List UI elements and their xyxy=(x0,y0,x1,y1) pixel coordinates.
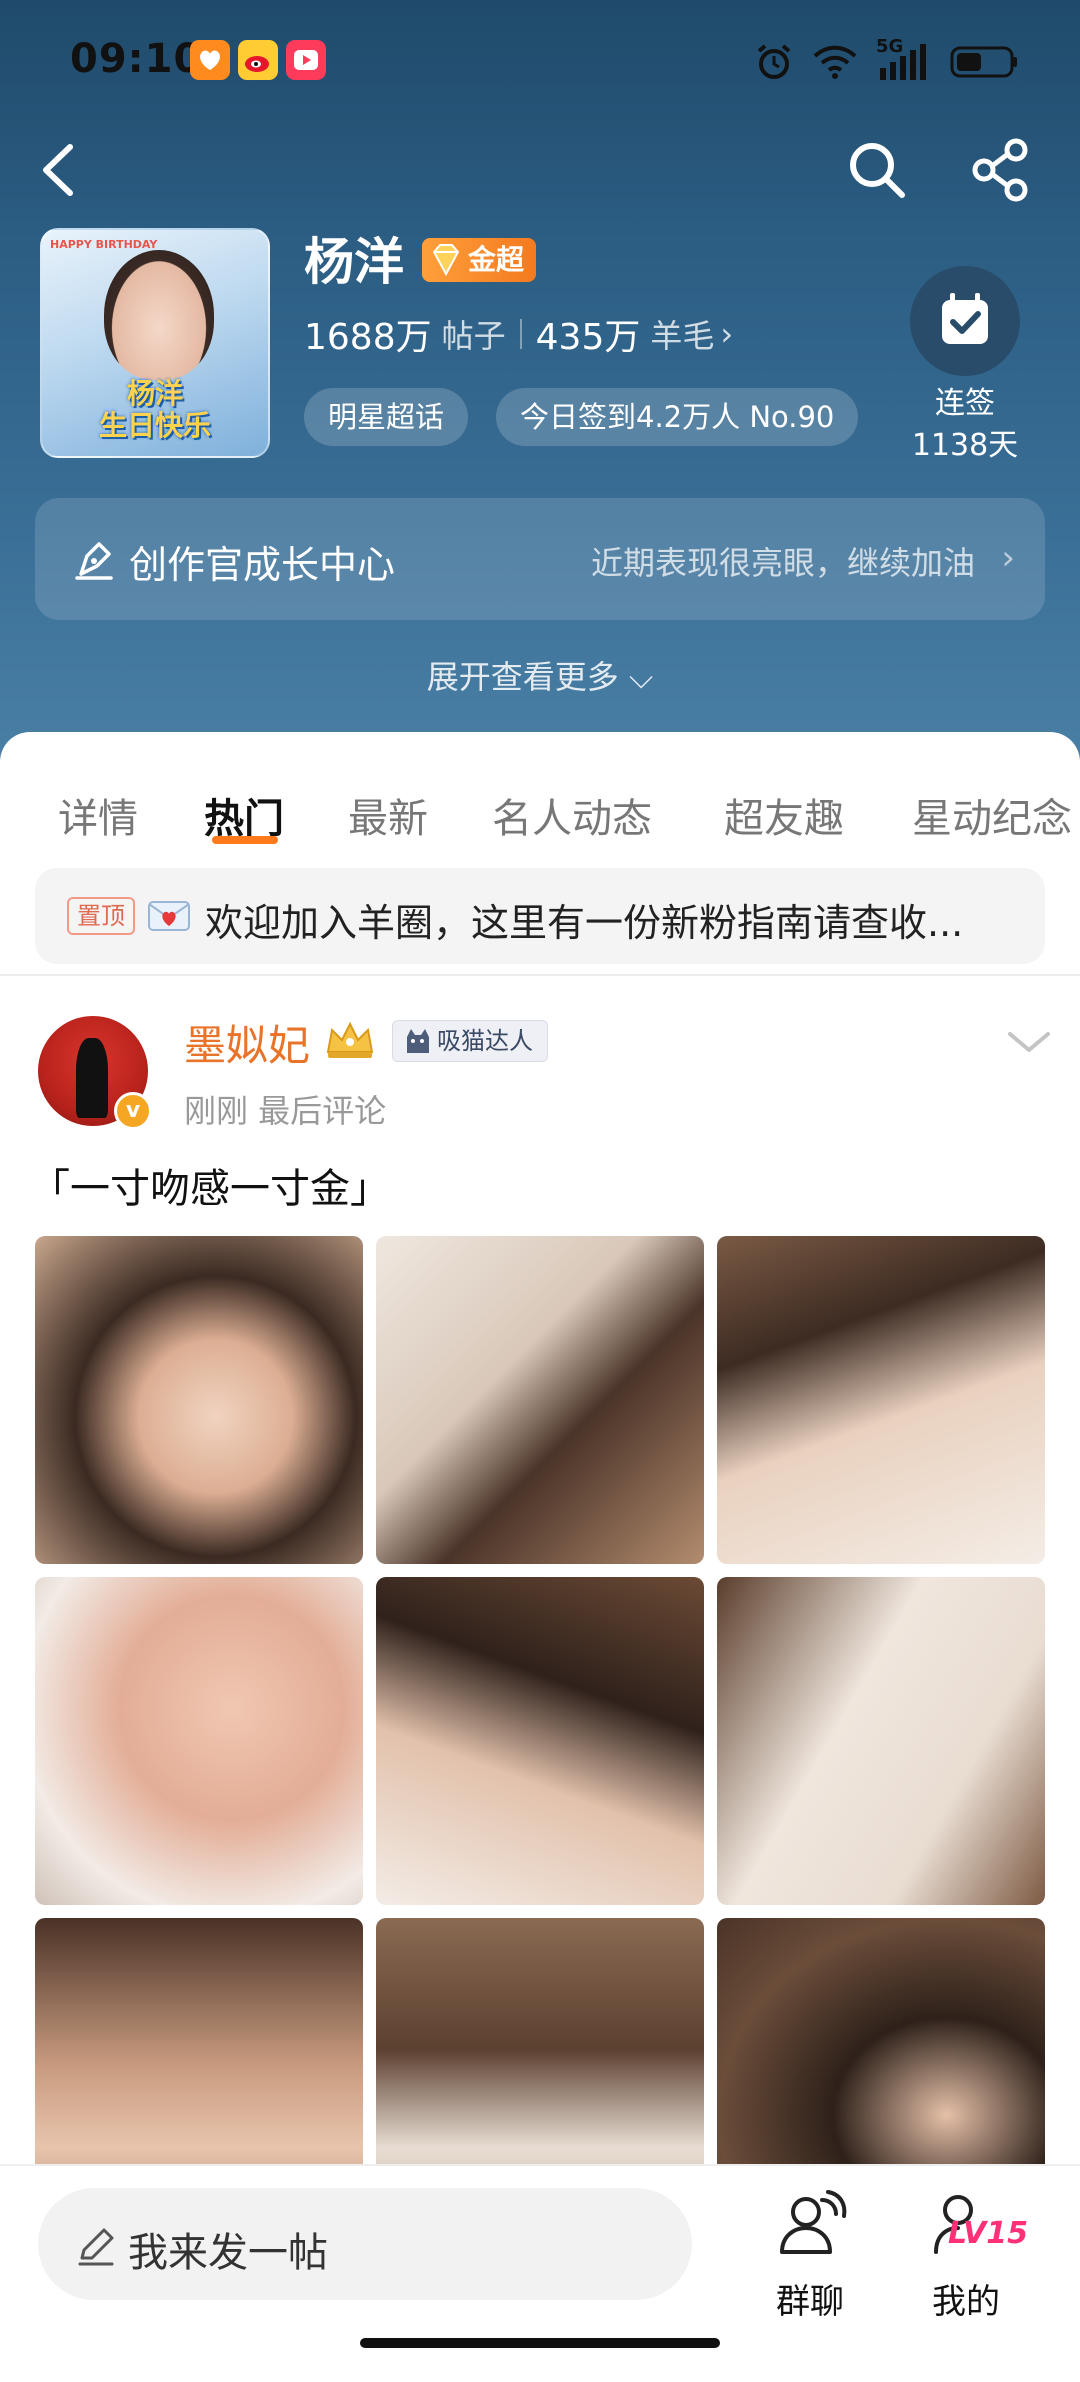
photo-5[interactable] xyxy=(376,1577,704,1905)
signal-icon: 5G xyxy=(876,36,932,82)
video-icon xyxy=(286,40,326,80)
alarm-icon xyxy=(757,44,791,79)
status-bar: 09:10 5G xyxy=(0,30,1080,92)
wifi-icon xyxy=(813,45,857,79)
author-name[interactable]: 墨姒妃 xyxy=(184,1012,310,1073)
avatar-figure xyxy=(76,1038,108,1118)
photo-1[interactable] xyxy=(35,1236,363,1564)
avatar-caption: 杨洋 生日快乐 xyxy=(98,377,211,442)
diamond-icon xyxy=(432,244,460,277)
calendar-check-icon xyxy=(942,293,988,344)
topic-avatar[interactable]: HAPPY BIRTHDAY 杨洋 生日快乐 xyxy=(40,228,270,458)
me-button[interactable]: LV15 我的 xyxy=(906,2186,1028,2326)
creator-center-card[interactable]: 创作官成长中心 近期表现很亮眼，继续加油 › xyxy=(35,498,1045,620)
topic-header: 09:10 5G HAPPY BIRTHDAY 杨洋 生日快乐 杨洋 金超 16… xyxy=(0,0,1080,760)
weibo-icon xyxy=(238,40,278,80)
divider xyxy=(0,974,1080,976)
chevron-right-icon: › xyxy=(1001,538,1015,578)
expand-more-button[interactable]: 展开查看更多 ⌵ xyxy=(0,652,1080,698)
active-tab-indicator xyxy=(212,836,278,844)
post-text: 「一寸吻感一寸金」 xyxy=(30,1166,390,1212)
home-indicator[interactable] xyxy=(360,2338,720,2348)
verified-icon: v xyxy=(114,1092,152,1130)
photo-4[interactable] xyxy=(35,1577,363,1905)
group-chat-button[interactable]: 群聊 xyxy=(762,2186,858,2326)
fans-unit[interactable]: 羊毛 xyxy=(650,311,714,357)
creator-center-title: 创作官成长中心 xyxy=(129,543,396,587)
posts-unit: 帖子 xyxy=(441,317,506,355)
taobao-icon xyxy=(190,40,230,80)
creator-icon xyxy=(75,542,113,580)
chevron-right-icon[interactable]: › xyxy=(720,315,733,353)
crown-icon xyxy=(326,1021,374,1058)
pinned-post[interactable]: 置顶 欢迎加入羊圈，这里有一份新粉指南请查收... xyxy=(35,868,1045,964)
tab-fun[interactable]: 超友趣 xyxy=(724,786,844,844)
checkin-button[interactable] xyxy=(910,266,1020,376)
battery-icon xyxy=(950,46,1017,78)
pencil-icon xyxy=(78,2228,114,2266)
post-meta: 刚刚 最后评论 xyxy=(184,1092,387,1130)
avatar-tag: HAPPY BIRTHDAY xyxy=(50,238,158,251)
envelope-heart-icon xyxy=(148,901,190,931)
tab-latest[interactable]: 最新 xyxy=(348,786,428,844)
search-icon[interactable] xyxy=(842,135,912,205)
back-icon[interactable] xyxy=(30,135,90,205)
category-pill[interactable]: 明星超话 xyxy=(304,388,469,446)
compose-input[interactable]: 我来发一帖 xyxy=(38,2188,692,2300)
tab-celebrity[interactable]: 名人动态 xyxy=(492,786,652,844)
photo-3[interactable] xyxy=(717,1236,1045,1564)
tab-memorial[interactable]: 星动纪念 xyxy=(912,786,1072,844)
feed-panel: 详情 热门 最新 名人动态 超友趣 星动纪念 置顶 欢迎加入羊圈，这里有一份新粉… xyxy=(0,732,1080,2382)
streak-days: 1138天 xyxy=(911,428,1019,463)
level-badge: LV15 xyxy=(948,2216,1028,2251)
creator-center-subtitle: 近期表现很亮眼，继续加油 xyxy=(590,544,975,582)
posts-count: 1688万 xyxy=(304,317,432,358)
stats-divider xyxy=(519,319,522,349)
photo-2[interactable] xyxy=(376,1236,704,1564)
pinned-tag: 置顶 xyxy=(67,897,135,935)
me-label: 我的 xyxy=(932,2282,1000,2322)
topic-stats: 1688万 帖子 435万 羊毛 › xyxy=(304,308,733,360)
group-chat-icon xyxy=(780,2190,847,2254)
system-status: 5G xyxy=(754,36,1020,84)
author-badge-label: 吸猫达人 xyxy=(437,1027,533,1055)
pinned-text: 欢迎加入羊圈，这里有一份新粉指南请查收... xyxy=(205,901,964,945)
tab-details[interactable]: 详情 xyxy=(58,786,138,844)
status-time: 09:10 xyxy=(70,36,203,82)
avatar-portrait xyxy=(104,250,214,380)
fans-count[interactable]: 435万 xyxy=(536,308,641,360)
cat-icon xyxy=(407,1029,429,1053)
group-chat-label: 群聊 xyxy=(776,2282,844,2322)
gold-super-badge[interactable]: 金超 xyxy=(422,238,537,282)
photo-6[interactable] xyxy=(717,1577,1045,1905)
streak-label: 连签 xyxy=(935,386,995,421)
chevron-down-icon[interactable] xyxy=(1004,1022,1054,1062)
bottom-bar: 我来发一帖 群聊 LV15 我的 xyxy=(0,2164,1080,2382)
share-icon[interactable] xyxy=(966,135,1036,205)
gold-super-label: 金超 xyxy=(468,243,525,276)
checkin-streak[interactable]: 连签 1138天 xyxy=(880,383,1050,467)
tab-bar: 详情 热门 最新 名人动态 超友趣 星动纪念 xyxy=(0,772,1080,862)
topic-title: 杨洋 xyxy=(304,233,404,291)
checkin-stats-pill[interactable]: 今日签到4.2万人 No.90 xyxy=(496,388,859,446)
compose-placeholder: 我来发一帖 xyxy=(128,2230,328,2276)
author-badge[interactable]: 吸猫达人 xyxy=(392,1020,548,1062)
